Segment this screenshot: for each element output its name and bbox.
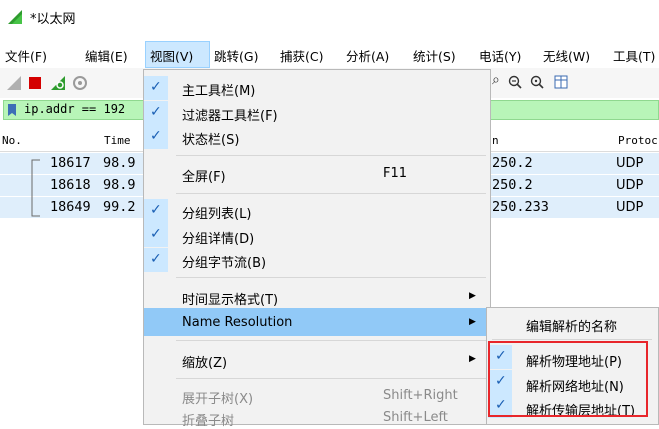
menu-wireless[interactable]: 无线(W) bbox=[543, 46, 590, 65]
row-protocol: UDP bbox=[616, 156, 644, 171]
start-capture-icon[interactable] bbox=[6, 75, 22, 91]
restart-capture-icon[interactable] bbox=[50, 75, 66, 91]
submenu-item-edit-resolved-names[interactable]: 编辑解析的名称 bbox=[526, 316, 617, 335]
row-time: 99.2 bbox=[103, 199, 136, 215]
menu-item-main-toolbar[interactable]: 主工具栏(M) bbox=[182, 80, 255, 99]
row-no: 18618 bbox=[50, 177, 91, 193]
column-time[interactable]: Time bbox=[104, 134, 131, 147]
submenu-arrow-icon: ▶ bbox=[469, 354, 476, 364]
checkmark-icon: ✓ bbox=[150, 226, 162, 242]
menu-separator bbox=[492, 339, 652, 340]
submenu-arrow-icon: ▶ bbox=[469, 291, 476, 301]
menu-file[interactable]: 文件(F) bbox=[5, 46, 47, 65]
shortcut-expand-subtrees: Shift+Right bbox=[383, 388, 458, 403]
checkmark-icon: ✓ bbox=[150, 251, 162, 267]
menu-item-packet-details[interactable]: 分组详情(D) bbox=[182, 228, 254, 247]
stop-capture-icon[interactable] bbox=[28, 76, 42, 90]
submenu-arrow-icon: ▶ bbox=[469, 317, 476, 327]
column-destination[interactable]: n bbox=[492, 134, 499, 147]
row-destination: 250.2 bbox=[492, 155, 533, 171]
menu-item-fullscreen[interactable]: 全屏(F) bbox=[182, 166, 226, 185]
menu-separator bbox=[176, 340, 486, 341]
normal-size-icon[interactable] bbox=[530, 75, 544, 89]
menu-item-expand-subtrees[interactable]: 展开子树(X) bbox=[182, 388, 253, 407]
row-no: 18649 bbox=[50, 199, 91, 215]
menu-view[interactable]: 视图(V) bbox=[150, 46, 193, 65]
column-no[interactable]: No. bbox=[2, 134, 22, 147]
row-no: 18617 bbox=[50, 155, 91, 171]
row-destination: 250.2 bbox=[492, 177, 533, 193]
checkmark-icon: ✓ bbox=[150, 128, 162, 144]
menu-edit[interactable]: 编辑(E) bbox=[85, 46, 128, 65]
checkmark-icon: ✓ bbox=[150, 79, 162, 95]
zoom-out-icon[interactable] bbox=[508, 75, 522, 89]
bookmark-icon[interactable] bbox=[7, 103, 17, 117]
conversation-bracket bbox=[31, 159, 40, 217]
menu-item-collapse-subtrees[interactable]: 折叠子树 bbox=[182, 410, 234, 429]
menu-separator bbox=[176, 193, 486, 194]
menu-item-packet-list[interactable]: 分组列表(L) bbox=[182, 203, 251, 222]
annotation-highlight-box bbox=[488, 341, 648, 417]
menu-item-zoom[interactable]: 缩放(Z) bbox=[182, 352, 227, 371]
row-time: 98.9 bbox=[103, 177, 136, 193]
column-protocol[interactable]: Protoc bbox=[618, 134, 658, 147]
menu-item-filter-toolbar[interactable]: 过滤器工具栏(F) bbox=[182, 105, 278, 124]
capture-options-icon[interactable] bbox=[72, 75, 88, 91]
menu-analyze[interactable]: 分析(A) bbox=[346, 46, 389, 65]
menu-telephony[interactable]: 电话(Y) bbox=[479, 46, 521, 65]
wireshark-fin-icon bbox=[8, 10, 22, 24]
row-destination: 250.233 bbox=[492, 199, 549, 215]
menu-item-status-bar[interactable]: 状态栏(S) bbox=[182, 129, 239, 148]
display-filter-value: ip.addr == 192 bbox=[24, 102, 126, 116]
shortcut-fullscreen: F11 bbox=[383, 166, 408, 181]
menu-tools[interactable]: 工具(T) bbox=[613, 46, 655, 65]
menu-item-name-resolution[interactable]: Name Resolution bbox=[182, 315, 292, 330]
zoom-in-icon[interactable]: ⌕ bbox=[492, 72, 500, 88]
menu-go[interactable]: 跳转(G) bbox=[214, 46, 258, 65]
menu-separator bbox=[176, 378, 486, 379]
menu-statistics[interactable]: 统计(S) bbox=[413, 46, 456, 65]
row-protocol: UDP bbox=[616, 178, 644, 193]
checkmark-icon: ✓ bbox=[150, 104, 162, 120]
row-time: 98.9 bbox=[103, 155, 136, 171]
menu-item-packet-bytes[interactable]: 分组字节流(B) bbox=[182, 252, 266, 271]
menu-separator bbox=[176, 155, 486, 156]
title-bar bbox=[0, 0, 659, 30]
window-title: *以太网 bbox=[30, 12, 76, 27]
checkmark-icon: ✓ bbox=[150, 202, 162, 218]
menu-capture[interactable]: 捕获(C) bbox=[280, 46, 323, 65]
row-protocol: UDP bbox=[616, 200, 644, 215]
menu-separator bbox=[176, 277, 486, 278]
menu-item-time-format[interactable]: 时间显示格式(T) bbox=[182, 289, 278, 308]
resize-columns-icon[interactable] bbox=[554, 75, 568, 89]
shortcut-collapse-subtrees: Shift+Left bbox=[383, 410, 448, 425]
